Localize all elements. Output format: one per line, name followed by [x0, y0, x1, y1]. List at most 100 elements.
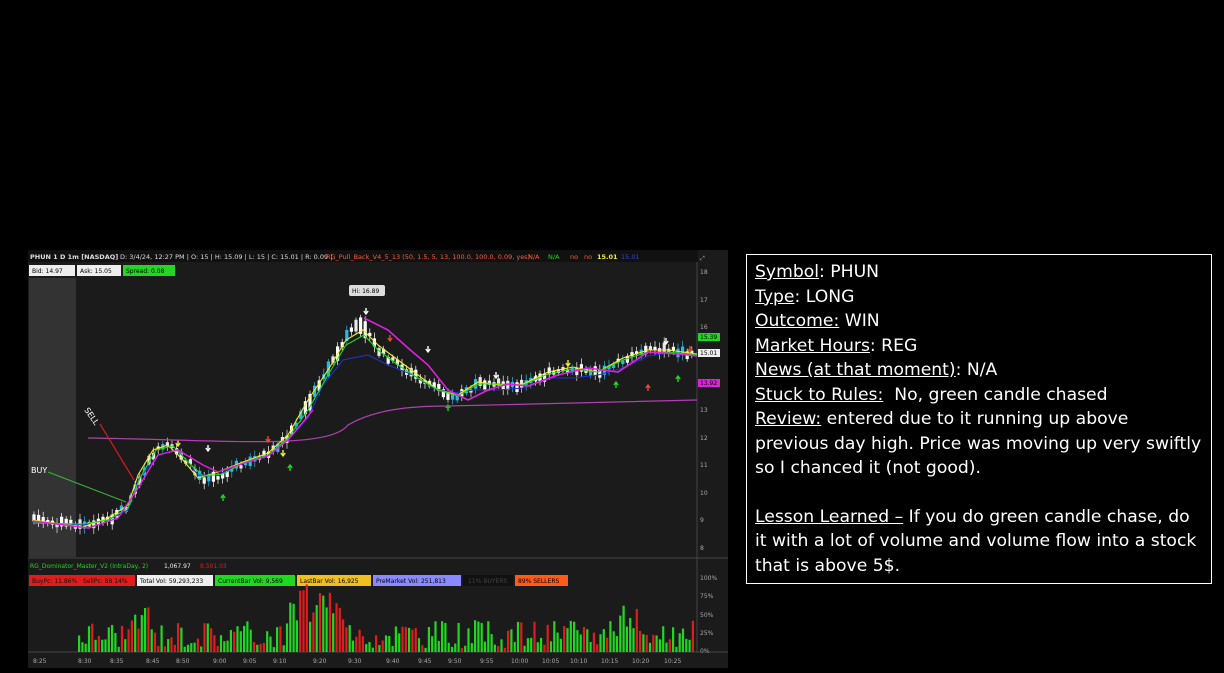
- volume-bar: [378, 645, 381, 652]
- volume-bar: [104, 639, 107, 652]
- volume-bar: [229, 629, 232, 652]
- sell-signal-arrow-icon: [493, 372, 499, 380]
- candle: [515, 379, 519, 395]
- stat-sellers: 89% SELLERS: [518, 578, 559, 585]
- volume-bar: [573, 621, 576, 652]
- volume-bar: [170, 637, 173, 652]
- stat-buyers: 11% BUYERS: [468, 578, 507, 585]
- time-tick: 8:25: [33, 658, 47, 665]
- volume-bar: [130, 620, 133, 652]
- time-tick: 9:00: [213, 658, 227, 665]
- review-label: Review:: [755, 409, 822, 429]
- volume-bar: [180, 627, 183, 652]
- volume-bar: [111, 624, 114, 652]
- volume-bar: [196, 638, 199, 652]
- lower-study-title: RG_Dominator_Master_V2 (IntraDay, 2): [30, 563, 148, 570]
- volume-bar: [285, 623, 289, 652]
- volume-bar: [332, 613, 335, 652]
- candle: [395, 355, 399, 369]
- chart-study-label: RG_Pull_Back_V4_5_13 (50, 1.5, 5, 13, 10…: [326, 253, 530, 261]
- volume-bar: [454, 643, 457, 652]
- review-value: entered due to it running up above previ…: [755, 409, 1202, 478]
- chart-panel[interactable]: PHUN 1 D 1m [NASDAQ] D: 3/4/24, 12:27 PM…: [28, 250, 728, 668]
- volume-bar: [408, 627, 411, 652]
- volume-bar: [289, 602, 292, 652]
- volume-bar: [279, 626, 282, 652]
- volume-bar: [460, 647, 463, 652]
- volume-bar: [160, 625, 163, 652]
- lesson-row: Lesson Learned – If you do green candle …: [755, 505, 1203, 579]
- chart-ohlc-info: D: 3/4/24, 12:27 PM | O: 15 | H: 15.09 |…: [120, 253, 332, 261]
- trade-notes-box: Symbol: PHUN Type: LONG Outcome: WIN Mar…: [746, 254, 1212, 584]
- volume-bar: [639, 630, 642, 652]
- volume-bar: [586, 629, 589, 652]
- percent-axis: 100% 75% 50% 25% 0%: [700, 575, 717, 655]
- time-axis: 8:25 8:30 8:35 8:45 8:50 9:00 9:05 9:10 9:20 9:30…: [33, 658, 681, 665]
- volume-bar: [94, 639, 97, 652]
- volume-bar: [530, 637, 533, 652]
- volume-bars: [78, 584, 694, 652]
- premarket-shade: [29, 278, 76, 557]
- candle: [216, 471, 220, 484]
- volume-bar: [163, 646, 166, 652]
- volume-bar: [513, 641, 516, 652]
- volume-bar: [606, 637, 609, 652]
- volume-bar: [483, 641, 487, 652]
- volume-bar: [381, 640, 384, 652]
- news-row: News (at that moment): N/A: [755, 358, 1203, 383]
- stat-total: Total Vol: 59,293,233: [139, 578, 203, 585]
- volume-bar: [592, 632, 595, 652]
- hi-label-text: Hi: 16.89: [352, 288, 379, 295]
- candle: [441, 386, 445, 400]
- buy-annotation: BUY: [31, 466, 47, 475]
- sell-signal-arrow-icon: [363, 308, 369, 316]
- candle: [432, 378, 436, 392]
- volume-bar: [510, 629, 513, 652]
- candle: [658, 342, 662, 360]
- volume-bar: [186, 644, 190, 652]
- time-tick: 10:25: [664, 658, 681, 665]
- volume-bar: [556, 632, 559, 652]
- volume-bar: [546, 624, 549, 652]
- volume-bar: [569, 620, 572, 652]
- volume-bar: [223, 641, 226, 652]
- buy-signal-arrow-icon: [220, 493, 226, 501]
- chart-na: N/A: [528, 253, 540, 261]
- volume-bar: [507, 630, 510, 652]
- sell-annotation: SELL: [82, 406, 101, 427]
- time-tick: 9:10: [273, 658, 287, 665]
- volume-bar: [345, 627, 348, 652]
- chart-no2: no: [584, 253, 592, 261]
- volume-bar: [464, 645, 467, 652]
- volume-bar: [355, 636, 358, 652]
- volume-bar: [520, 622, 523, 652]
- price-axis: 18 17 16 15 14 13 12 11 10 9 8: [700, 269, 708, 552]
- volume-bar: [437, 640, 440, 652]
- volume-bar: [582, 627, 586, 652]
- volume-bar: [493, 644, 496, 652]
- volume-bar: [563, 625, 566, 652]
- market-hours-label: Market Hours: [755, 335, 870, 356]
- stat-lastbar: LastBar Vol: 16,925: [300, 578, 359, 585]
- price-tick: 17: [700, 297, 708, 304]
- volume-bar: [434, 621, 437, 652]
- volume-bar: [688, 639, 691, 652]
- candle: [359, 314, 363, 337]
- volume-bar: [97, 635, 100, 652]
- volume-bar: [124, 639, 127, 652]
- volume-bar: [414, 628, 417, 652]
- volume-bar: [678, 633, 681, 652]
- volume-bar: [233, 631, 236, 652]
- volume-bar: [78, 635, 81, 652]
- volume-bar: [249, 629, 252, 652]
- candle: [207, 469, 211, 487]
- chart-symbol[interactable]: PHUN 1 D 1m [NASDAQ]: [30, 253, 118, 261]
- rules-row: Stuck to Rules: No, green candle chased: [755, 383, 1203, 408]
- volume-bar: [246, 621, 249, 652]
- price-tick: 12: [700, 435, 708, 442]
- volume-bar: [450, 646, 454, 652]
- settings-icon[interactable]: ⤢: [700, 255, 705, 262]
- price-tag-low-text: 13.92: [700, 380, 717, 387]
- volume-bar: [84, 643, 87, 652]
- volume-bar: [335, 603, 338, 652]
